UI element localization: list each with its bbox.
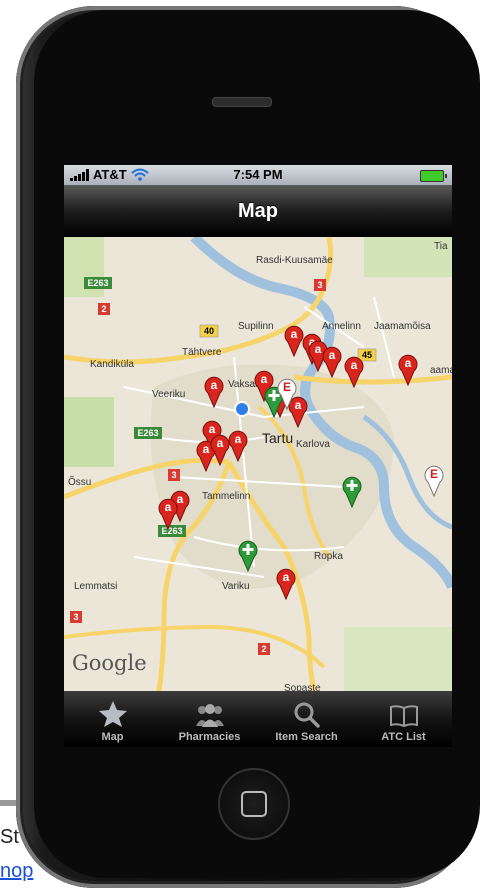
magnifier-icon [294,702,320,728]
tab-label-map: Map [101,731,124,743]
map-label: Lemmatsi [74,581,117,592]
svg-text:a: a [351,358,358,372]
tab-label-atc-list: ATC List [381,731,426,743]
map-label: Õssu [68,475,91,488]
svg-text:3: 3 [317,280,322,290]
svg-text:E263: E263 [161,526,182,536]
map-label: Jaamamõisa [374,321,431,332]
road-shield-40: 40 [199,324,219,338]
svg-text:a: a [291,327,298,341]
current-location-dot[interactable] [234,401,250,417]
people-icon [195,704,224,727]
map-label: Sopaste [284,683,321,691]
tab-item-search[interactable]: Item Search [258,691,355,747]
map-label-city: Tartu [262,430,293,446]
svg-text:E: E [430,467,438,481]
road-shield-3: 3 [168,469,180,481]
svg-text:a: a [405,356,412,370]
map-label: Ropka [314,551,343,562]
svg-text:E: E [283,380,291,394]
svg-text:a: a [209,422,216,436]
svg-text:a: a [283,570,290,584]
tab-bar: Map Pharmacies Item Search ATC List [64,691,452,747]
svg-text:E263: E263 [137,428,158,438]
road-shield-45: 45 [357,348,377,362]
page-text-fragment: St [0,826,19,848]
svg-text:a: a [203,442,210,456]
tab-atc-list[interactable]: ATC List [355,691,452,747]
tab-map[interactable]: Map [64,691,161,747]
road-shield-e263: E263 [158,525,186,537]
map-label: Karlova [296,439,330,450]
earpiece-speaker [212,97,272,107]
map-label: Supilinn [238,321,274,332]
status-bar: AT&T 7:54 PM [64,165,452,185]
svg-text:45: 45 [362,350,372,360]
tab-label-pharmacies: Pharmacies [178,731,241,743]
map-view[interactable]: E263 E263 E263 2 2 3 3 3 40 45 Rasdi-Kuu… [64,237,452,691]
svg-text:E263: E263 [87,278,108,288]
svg-text:a: a [217,436,224,450]
map-label: Variku [222,581,250,592]
road-shield-e263: E263 [134,427,162,439]
svg-text:40: 40 [204,326,214,336]
road-shield-3: 3 [314,279,326,291]
road-shield-3: 3 [70,611,82,623]
map-label: aama [430,365,452,376]
svg-text:2: 2 [261,644,266,654]
tab-label-item-search: Item Search [275,731,338,743]
status-time: 7:54 PM [233,167,283,182]
road-shield-2: 2 [258,643,270,655]
svg-text:a: a [177,492,184,506]
road-shield-2: 2 [98,303,110,315]
map-label: Annelinn [322,321,361,332]
svg-text:a: a [295,398,302,412]
road-shield-e263: E263 [84,277,112,289]
svg-text:a: a [235,432,242,446]
phone-screen: AT&T 7:54 PM Map E263 E263 E263 2 2 3 3 … [64,165,452,747]
navigation-bar: Map [64,185,452,237]
svg-text:2: 2 [101,304,106,314]
map-label: Tähtvere [182,347,222,358]
google-logo: Google [72,651,147,675]
map-label: Rasdi-Kuusamäe [256,255,333,266]
nav-title: Map [238,199,278,222]
tab-pharmacies[interactable]: Pharmacies [161,691,258,747]
svg-text:a: a [329,348,336,362]
map-label: Kandiküla [90,359,134,370]
home-button[interactable] [218,768,290,840]
map-label: Veeriku [152,389,185,400]
svg-text:a: a [211,378,218,392]
svg-text:a: a [315,342,322,356]
home-square-icon [241,791,267,817]
map-canvas[interactable]: E263 E263 E263 2 2 3 3 3 40 45 Rasdi-Kuu… [64,237,452,691]
book-icon [389,705,418,728]
svg-text:a: a [165,500,172,514]
page-link-fragment[interactable]: nop [0,860,33,883]
svg-text:a: a [261,372,268,386]
svg-text:3: 3 [171,470,176,480]
map-label: Tia [434,241,448,252]
battery-icon [420,170,447,182]
star-icon [98,701,127,727]
svg-text:3: 3 [73,612,78,622]
map-label: Tammelinn [202,491,250,502]
